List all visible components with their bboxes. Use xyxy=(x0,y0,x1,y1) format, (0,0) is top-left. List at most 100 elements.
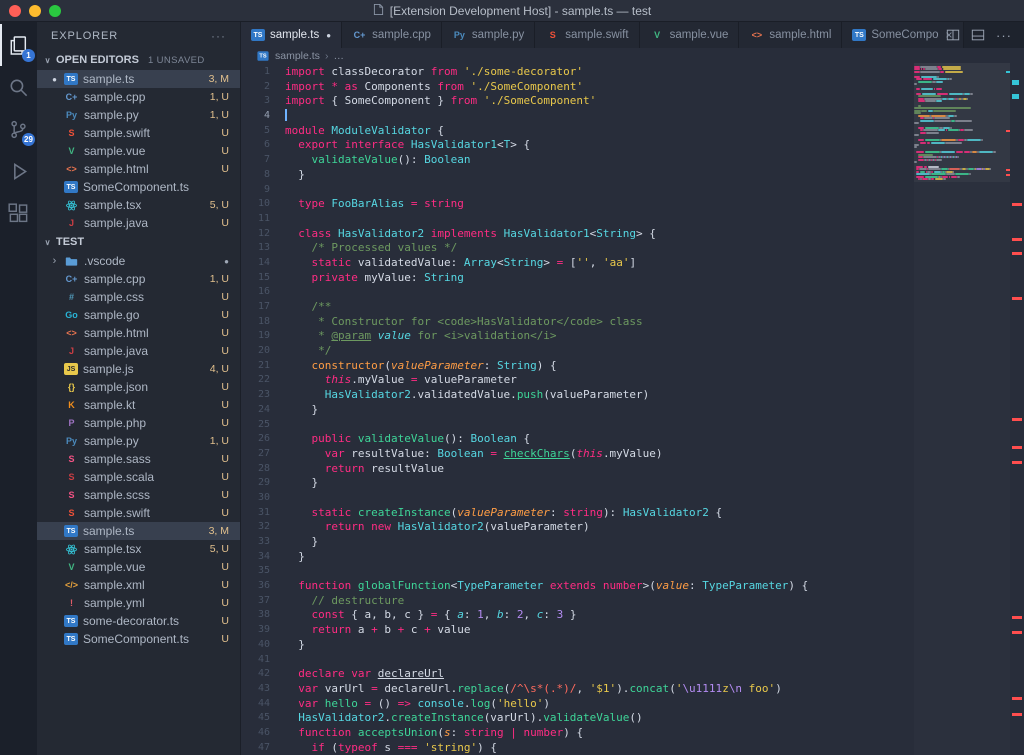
activity-explorer[interactable]: 1 xyxy=(0,24,37,66)
code-area[interactable]: 1 import classDecorator from './some-deco… xyxy=(241,63,1010,755)
file-item-sample.css[interactable]: # sample.css U xyxy=(37,288,240,306)
code-line[interactable]: 32 return new HasValidator2(valueParamet… xyxy=(241,520,1010,535)
file-item-sample.tsx[interactable]: sample.tsx 5, U xyxy=(37,540,240,558)
code-line[interactable]: 18 * Constructor for <code>HasValidator<… xyxy=(241,315,1010,330)
close-button[interactable] xyxy=(9,4,21,17)
code-line[interactable]: 24 } xyxy=(241,403,1010,418)
more-actions-icon[interactable]: ··· xyxy=(211,29,226,43)
file-item-sample.swift[interactable]: Ssample.swift U xyxy=(37,504,240,522)
split-editor-icon[interactable] xyxy=(946,28,960,42)
code-line[interactable]: 22 this.myValue = valueParameter xyxy=(241,373,1010,388)
code-line[interactable]: 34 } xyxy=(241,550,1010,565)
code-line[interactable]: 33 } xyxy=(241,535,1010,550)
open-editor-sample.html[interactable]: <> sample.html U xyxy=(37,160,240,178)
file-item-sample.kt[interactable]: Ksample.kt U xyxy=(37,396,240,414)
file-item-sample.php[interactable]: Psample.php U xyxy=(37,414,240,432)
code-line[interactable]: 2 import * as Components from './SomeComp… xyxy=(241,80,1010,95)
code-line[interactable]: 26 public validateValue(): Boolean { xyxy=(241,432,1010,447)
file-item-sample.py[interactable]: Py sample.py 1, U xyxy=(37,432,240,450)
code-line[interactable]: 41 xyxy=(241,653,1010,668)
code-line[interactable]: 6 export interface HasValidator1<T> { xyxy=(241,138,1010,153)
file-item-.vscode[interactable]: › .vscode ● xyxy=(37,252,240,270)
file-item-some-decorator.ts[interactable]: TS some-decorator.ts U xyxy=(37,612,240,630)
activity-extensions[interactable] xyxy=(0,192,37,234)
open-editor-sample.java[interactable]: Jsample.java U xyxy=(37,214,240,232)
minimap[interactable] xyxy=(914,63,1010,755)
code-line[interactable]: 14 static validatedValue: Array<String> … xyxy=(241,256,1010,271)
code-line[interactable]: 11 xyxy=(241,212,1010,227)
activity-search[interactable] xyxy=(0,66,37,108)
breadcrumb-item[interactable]: sample.ts xyxy=(275,50,320,62)
code-line[interactable]: 8 } xyxy=(241,168,1010,183)
code-line[interactable]: 43 var varUrl = declareUrl.replace (/^\s*… xyxy=(241,682,1010,697)
code-line[interactable]: 21 constructor(valueParameter: String) { xyxy=(241,359,1010,374)
open-editor-SomeComponent.ts[interactable]: TS SomeComponent.ts xyxy=(37,178,240,196)
tab-sample.py[interactable]: Py sample.py xyxy=(441,22,536,48)
code-line[interactable]: 13 /* Processed values */ xyxy=(241,241,1010,256)
activity-source-control[interactable]: 29 xyxy=(0,108,37,150)
code-line[interactable]: 23 HasValidator2.validatedValue.push(val… xyxy=(241,388,1010,403)
code-line[interactable]: 20 */ xyxy=(241,344,1010,359)
minimize-button[interactable] xyxy=(29,4,41,17)
file-item-sample.go[interactable]: Go sample.go U xyxy=(37,306,240,324)
open-editor-sample.tsx[interactable]: sample.tsx 5, U xyxy=(37,196,240,214)
code-line[interactable]: 9 xyxy=(241,183,1010,198)
breadcrumb[interactable]: TS sample.ts › … xyxy=(241,48,1024,63)
file-item-sample.cpp[interactable]: C+ sample.cpp 1, U xyxy=(37,270,240,288)
tree-header[interactable]: ∨ TEST xyxy=(37,232,240,252)
tab-sample.ts[interactable]: TS sample.ts ● xyxy=(241,22,343,48)
code-line[interactable]: 30 xyxy=(241,491,1010,506)
file-item-sample.sass[interactable]: Ssample.sass U xyxy=(37,450,240,468)
open-editor-sample.vue[interactable]: Vsample.vue U xyxy=(37,142,240,160)
file-item-sample.js[interactable]: JS sample.js 4, U xyxy=(37,360,240,378)
code-line[interactable]: 36 function globalFunction<TypeParameter… xyxy=(241,579,1010,594)
code-line[interactable]: 16 xyxy=(241,285,1010,300)
code-line[interactable]: 35 xyxy=(241,564,1010,579)
code-line[interactable]: 15 private myValue: String xyxy=(241,271,1010,286)
code-line[interactable]: 31 static createInstance(valueParameter:… xyxy=(241,506,1010,521)
open-editor-sample.py[interactable]: Py sample.py 1, U xyxy=(37,106,240,124)
title-bar[interactable]: [Extension Development Host] - sample.ts… xyxy=(0,0,1024,22)
code-line[interactable]: 44 var hello = () => console.log('hello'… xyxy=(241,697,1010,712)
code-line[interactable]: 38 const { a, b, c } = { a: 1, b: 2, c: … xyxy=(241,608,1010,623)
code-line[interactable]: 37 // destructure xyxy=(241,594,1010,609)
code-line[interactable]: 5 module ModuleValidator { xyxy=(241,124,1010,139)
code-line[interactable]: 29 } xyxy=(241,476,1010,491)
open-editor-sample.cpp[interactable]: C+ sample.cpp 1, U xyxy=(37,88,240,106)
open-editors-header[interactable]: ∨ OPEN EDITORS 1 UNSAVED xyxy=(37,50,240,70)
code-line[interactable]: 46 function acceptsUnion(s: string | num… xyxy=(241,726,1010,741)
code-line[interactable]: 3 import { SomeComponent } from './SomeCo… xyxy=(241,94,1010,109)
activity-run-debug[interactable] xyxy=(0,150,37,192)
tab-sample.swift[interactable]: Ssample.swift xyxy=(535,22,640,48)
file-item-sample.java[interactable]: Jsample.java U xyxy=(37,342,240,360)
file-item-sample.scss[interactable]: Ssample.scss U xyxy=(37,486,240,504)
tab-sample.cpp[interactable]: C+ sample.cpp xyxy=(342,22,442,48)
code-line[interactable]: 10 type FooBarAlias = string xyxy=(241,197,1010,212)
code-line[interactable]: 25 xyxy=(241,418,1010,433)
code-line[interactable]: 4 xyxy=(241,109,1010,124)
code-line[interactable]: 42 declare var declareUrl xyxy=(241,667,1010,682)
file-item-sample.ts[interactable]: TS sample.ts 3, M xyxy=(37,522,240,540)
file-item-sample.vue[interactable]: Vsample.vue U xyxy=(37,558,240,576)
breadcrumb-more[interactable]: … xyxy=(333,50,344,62)
file-item-sample.yml[interactable]: ! sample.yml U xyxy=(37,594,240,612)
zoom-button[interactable] xyxy=(49,4,61,17)
tab-sample.html[interactable]: <> sample.html xyxy=(739,22,843,48)
code-line[interactable]: 39 return a + b + c + value xyxy=(241,623,1010,638)
tab-sample.vue[interactable]: Vsample.vue xyxy=(639,22,740,48)
code-line[interactable]: 28 return resultValue xyxy=(241,462,1010,477)
toggle-layout-icon[interactable] xyxy=(971,28,985,42)
code-line[interactable]: 27 var resultValue: Boolean = checkChars… xyxy=(241,447,1010,462)
file-item-sample.html[interactable]: <> sample.html U xyxy=(37,324,240,342)
code-line[interactable]: 17 /** xyxy=(241,300,1010,315)
file-item-sample.json[interactable]: {} sample.json U xyxy=(37,378,240,396)
code-line[interactable]: 12 class HasValidator2 implements HasVal… xyxy=(241,227,1010,242)
open-editor-sample.ts[interactable]: ● TS sample.ts 3, M xyxy=(37,70,240,88)
file-item-sample.scala[interactable]: Ssample.scala U xyxy=(37,468,240,486)
code-line[interactable]: 1 import classDecorator from './some-deco… xyxy=(241,65,1010,80)
more-actions-icon[interactable]: ··· xyxy=(996,28,1012,43)
open-editor-sample.swift[interactable]: Ssample.swift U xyxy=(37,124,240,142)
code-line[interactable]: 45 HasValidator2.createInstance(varUrl).… xyxy=(241,711,1010,726)
code-line[interactable]: 7 validateValue(): Boolean xyxy=(241,153,1010,168)
code-line[interactable]: 40 } xyxy=(241,638,1010,653)
